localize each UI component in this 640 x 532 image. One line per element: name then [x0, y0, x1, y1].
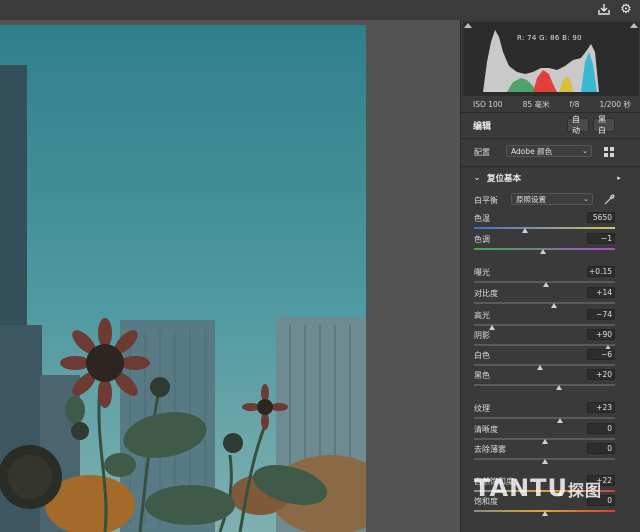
chevron-down-icon: ⌄ — [582, 147, 588, 155]
grid-icon[interactable] — [601, 144, 617, 160]
profile-dropdown[interactable]: Adobe 颜色 ⌄ — [506, 145, 592, 157]
shadows-slider-track[interactable] — [474, 344, 615, 346]
contrast-slider-track[interactable] — [474, 302, 615, 304]
develop-panel: R: 74 G: 86 B: 90 ISO 100 85 毫米 f/8 1/20… — [460, 20, 640, 532]
watermark-brand: TANTU — [474, 474, 569, 502]
blacks-value-field[interactable]: +20 — [587, 369, 615, 380]
shadows-label: 阴影 — [474, 331, 490, 340]
edit-title: 编辑 — [473, 122, 492, 132]
saturation-slider-thumb[interactable] — [541, 511, 548, 516]
eyedropper-icon[interactable] — [601, 191, 617, 207]
whites-slider-track[interactable] — [474, 364, 615, 366]
shutter-speed: 1/200 秒 — [599, 99, 631, 109]
tint-label: 色调 — [474, 235, 490, 244]
blacks-slider-track[interactable] — [474, 384, 615, 386]
clarity-value-field[interactable]: 0 — [587, 423, 615, 434]
exif-bar: ISO 100 85 毫米 f/8 1/200 秒 — [461, 96, 640, 112]
chevron-down-icon[interactable]: ⌄ — [469, 170, 485, 186]
histogram: R: 74 G: 86 B: 90 — [463, 22, 639, 96]
iso-value: ISO 100 — [473, 99, 503, 109]
contrast-value-field[interactable]: +14 — [587, 287, 615, 298]
raw-editor-window: ⚙ R: 74 G: 86 B: 90 ISO 100 85 毫米 f/8 1/… — [0, 0, 640, 532]
black-white-button[interactable]: 黑白 — [593, 115, 615, 135]
watermark: TANTU探图 — [474, 474, 602, 502]
rgb-readout: R: 74 G: 86 B: 90 — [513, 33, 586, 43]
profile-label: 配置 — [474, 148, 490, 157]
temperature-value-field[interactable]: 5650 — [587, 212, 615, 223]
temperature-label: 色温 — [474, 214, 490, 223]
clarity-slider-thumb[interactable] — [541, 439, 548, 444]
contrast-slider-thumb[interactable] — [551, 303, 558, 308]
exposure-value-field[interactable]: +0.15 — [587, 266, 615, 277]
texture-label: 纹理 — [474, 404, 490, 413]
export-icon[interactable] — [596, 1, 612, 17]
dehaze-slider-thumb[interactable] — [541, 459, 548, 464]
blacks-slider-thumb[interactable] — [555, 385, 562, 390]
exposure-slider-thumb[interactable] — [542, 282, 549, 287]
temperature-slider-thumb[interactable] — [521, 228, 528, 233]
photo-preview[interactable] — [0, 25, 366, 532]
exposure-label: 曝光 — [474, 268, 490, 277]
contrast-label: 对比度 — [474, 289, 498, 298]
top-toolbar: ⚙ — [0, 0, 640, 20]
gear-icon[interactable]: ⚙ — [618, 1, 634, 17]
white-balance-dropdown[interactable]: 原照设置 ⌄ — [511, 193, 593, 205]
auto-button[interactable]: 自动 — [567, 115, 589, 135]
dehaze-label: 去除薄雾 — [474, 445, 506, 454]
aperture-value: f/8 — [569, 99, 580, 109]
tint-slider-thumb[interactable] — [540, 249, 547, 254]
whites-label: 白色 — [474, 351, 490, 360]
highlights-label: 高光 — [474, 311, 490, 320]
texture-slider-track[interactable] — [474, 417, 615, 419]
whites-value-field[interactable]: −6 — [587, 349, 615, 360]
blacks-label: 黑色 — [474, 371, 490, 380]
focal-length: 85 毫米 — [522, 99, 550, 109]
profile-value: Adobe 颜色 — [511, 147, 553, 156]
temperature-slider-track[interactable] — [474, 227, 615, 229]
tint-value-field[interactable]: −1 — [587, 233, 615, 244]
highlights-value-field[interactable]: −74 — [587, 309, 615, 320]
basic-title: 复位基本 — [487, 174, 522, 184]
chevron-right-icon[interactable]: ▸ — [611, 170, 627, 186]
whites-slider-thumb[interactable] — [537, 365, 544, 370]
white-balance-label: 白平衡 — [474, 196, 498, 205]
watermark-suffix: 探图 — [568, 481, 603, 500]
texture-value-field[interactable]: +23 — [587, 402, 615, 413]
dehaze-value-field[interactable]: 0 — [587, 443, 615, 454]
chevron-down-icon: ⌄ — [583, 195, 589, 203]
shadows-value-field[interactable]: +90 — [587, 329, 615, 340]
highlights-slider-thumb[interactable] — [489, 325, 496, 330]
texture-slider-thumb[interactable] — [557, 418, 563, 423]
clarity-label: 清晰度 — [474, 425, 498, 434]
white-balance-value: 原照设置 — [516, 195, 546, 204]
